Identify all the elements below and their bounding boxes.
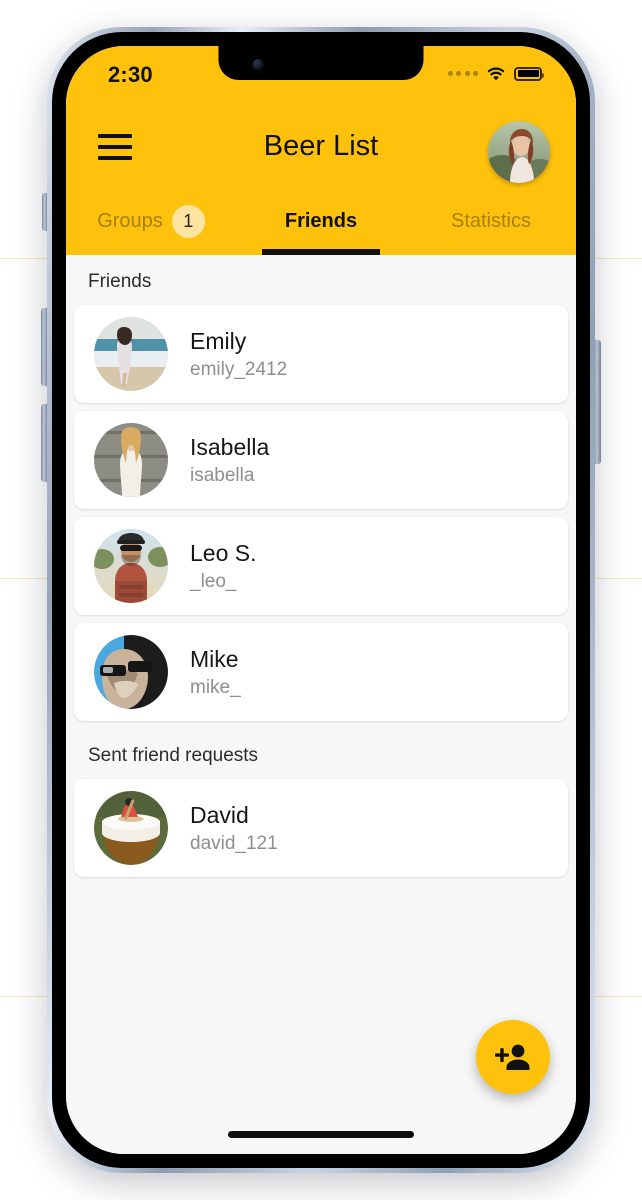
content-area: Friends Emily emily_2412 Isabella isabel… xyxy=(66,255,576,1154)
tab-groups[interactable]: Groups 1 xyxy=(66,188,236,255)
tab-friends-label: Friends xyxy=(284,210,358,232)
david-avatar xyxy=(94,791,168,865)
list-item-handle: emily_2412 xyxy=(190,359,288,381)
person-add-icon xyxy=(495,1044,530,1070)
section-header-friends: Friends xyxy=(88,271,152,292)
list-item-name: David xyxy=(190,801,249,828)
tab-bar: Groups 1 Friends Statistics xyxy=(66,188,576,255)
list-item-handle: david_121 xyxy=(190,833,278,855)
list-item-handle: _leo_ xyxy=(190,571,237,593)
section-header-sent-requests: Sent friend requests xyxy=(88,745,259,766)
status-icons xyxy=(447,66,544,81)
phone-device-frame: 2:30 Beer List Groups 1 Friends Statisti… xyxy=(47,27,595,1173)
status-time: 2:30 xyxy=(108,62,153,87)
list-item-name: Emily xyxy=(190,327,247,354)
leo-avatar xyxy=(94,529,168,603)
list-item[interactable]: David david_121 xyxy=(74,779,568,877)
list-item[interactable]: Emily emily_2412 xyxy=(74,305,568,403)
user-avatar-image xyxy=(488,121,550,183)
list-item-text: David david_121 xyxy=(190,801,278,856)
tab-friends[interactable]: Friends xyxy=(236,188,406,255)
list-item[interactable]: Mike mike_ xyxy=(74,623,568,721)
avatar[interactable] xyxy=(488,121,550,183)
isabella-avatar xyxy=(94,423,168,497)
list-item-text: Leo S. _leo_ xyxy=(190,539,257,594)
list-item-handle: isabella xyxy=(190,465,255,487)
phone-bezel: 2:30 Beer List Groups 1 Friends Statisti… xyxy=(52,32,590,1168)
cellular-dots-icon xyxy=(447,71,478,76)
list-item-handle: mike_ xyxy=(190,677,241,699)
active-tab-indicator xyxy=(262,249,380,255)
list-item-name: Mike xyxy=(190,645,239,672)
front-camera-icon xyxy=(252,59,264,70)
power-button[interactable] xyxy=(594,340,601,464)
list-item-text: Mike mike_ xyxy=(190,645,241,700)
tab-statistics[interactable]: Statistics xyxy=(406,188,576,255)
tab-groups-label: Groups xyxy=(97,210,163,232)
tab-statistics-label: Statistics xyxy=(450,210,532,232)
list-item-name: Isabella xyxy=(190,433,270,460)
list-item[interactable]: Isabella isabella xyxy=(74,411,568,509)
list-item-text: Emily emily_2412 xyxy=(190,327,287,382)
list-item-name: Leo S. xyxy=(190,539,257,566)
list-item[interactable]: Leo S. _leo_ xyxy=(74,517,568,615)
app-bar: Beer List xyxy=(66,108,576,188)
add-friend-button[interactable] xyxy=(476,1020,550,1094)
mike-avatar xyxy=(94,635,168,709)
phone-screen: 2:30 Beer List Groups 1 Friends Statisti… xyxy=(66,46,576,1154)
wifi-icon xyxy=(487,67,505,81)
device-notch xyxy=(218,46,424,80)
home-indicator[interactable] xyxy=(228,1131,414,1138)
tab-groups-badge: 1 xyxy=(171,205,205,238)
screenshot-canvas: 2:30 Beer List Groups 1 Friends Statisti… xyxy=(0,0,642,1200)
list-item-text: Isabella isabella xyxy=(190,433,269,488)
battery-full-icon xyxy=(514,66,544,81)
emily-avatar xyxy=(94,317,168,391)
